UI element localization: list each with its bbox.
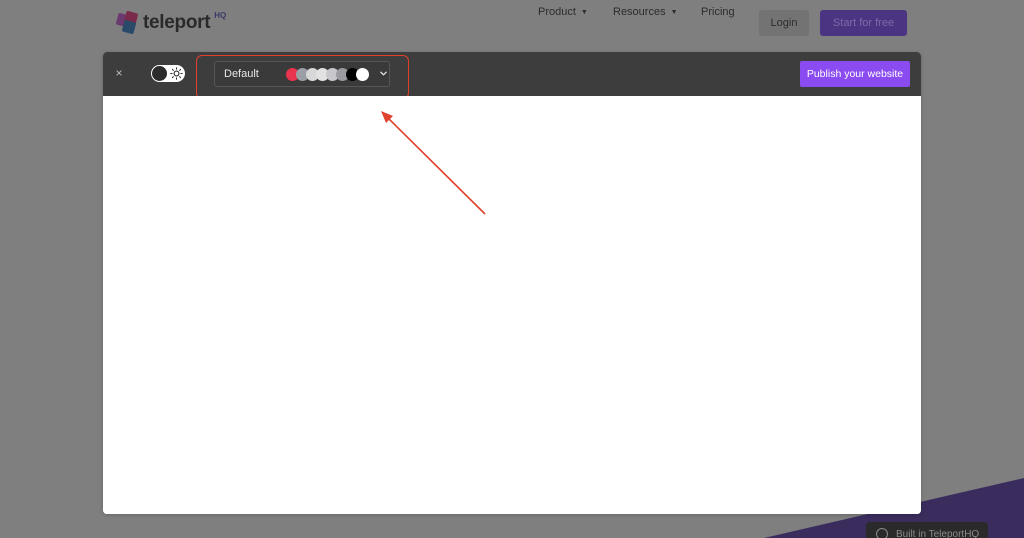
built-in-teleporthq-badge[interactable]: Built in TeleportHQ	[866, 522, 988, 538]
nav-product[interactable]: Product ▼	[538, 6, 588, 18]
teleporthq-badge-icon	[876, 528, 888, 538]
logo-mark-icon	[115, 10, 139, 35]
teleporthq-logo[interactable]: teleport HQ	[115, 10, 227, 35]
nav-product-label: Product	[538, 6, 576, 18]
palette-swatches	[286, 68, 376, 81]
sun-icon	[170, 67, 183, 80]
caret-down-icon: ▼	[670, 8, 678, 16]
built-badge-label: Built in TeleportHQ	[896, 528, 980, 538]
preview-toolbar: × Default Publish your website	[103, 52, 921, 99]
toggle-knob	[152, 66, 167, 81]
start-for-free-button[interactable]: Start for free	[820, 10, 907, 36]
caret-down-icon: ▼	[580, 8, 588, 16]
preview-canvas	[103, 96, 921, 514]
logo-superscript: HQ	[214, 10, 227, 20]
logo-text: teleport	[143, 12, 211, 33]
close-icon[interactable]: ×	[112, 66, 126, 80]
login-button[interactable]: Login	[759, 10, 809, 36]
publish-website-button[interactable]: Publish your website	[800, 61, 910, 87]
nav-pricing-label: Pricing	[701, 6, 735, 18]
palette-swatch	[356, 68, 369, 81]
nav-pricing[interactable]: Pricing	[701, 6, 735, 18]
theme-mode-toggle[interactable]	[151, 65, 185, 82]
nav-resources[interactable]: Resources ▼	[613, 6, 678, 18]
nav-resources-label: Resources	[613, 6, 666, 18]
theme-preview-modal: × Default Publish your website	[103, 52, 921, 514]
